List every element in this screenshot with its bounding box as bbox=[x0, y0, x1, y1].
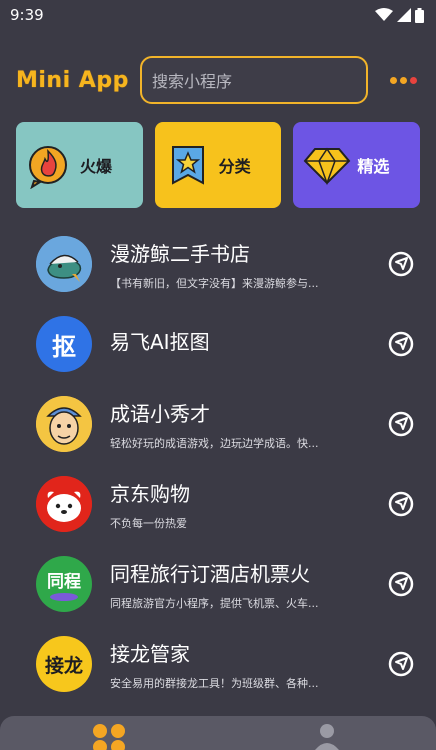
open-arrow-icon[interactable] bbox=[386, 569, 416, 599]
app-title: 易飞AI抠图 bbox=[110, 329, 210, 354]
app-description: 安全易用的群接龙工具！为班级群、各种... bbox=[110, 676, 319, 690]
scholar-face-icon bbox=[36, 396, 92, 452]
app-title: 成语小秀才 bbox=[110, 401, 210, 426]
list-item[interactable]: 抠 易飞AI抠图 bbox=[0, 304, 436, 384]
tab-profile[interactable] bbox=[307, 716, 347, 750]
flame-icon bbox=[29, 146, 67, 189]
diamond-icon bbox=[303, 147, 351, 186]
wifi-icon bbox=[375, 8, 393, 21]
list-item[interactable]: 漫游鲸二手书店 【书有新旧，但文字没有】来漫游鲸参与... bbox=[0, 224, 436, 304]
user-icon bbox=[315, 724, 339, 750]
jd-dog-icon bbox=[36, 476, 92, 532]
app-title: 京东购物 bbox=[110, 481, 190, 506]
app-avatar-text: 同程 bbox=[47, 571, 81, 592]
whale-icon bbox=[36, 236, 92, 292]
list-item[interactable]: 接龙 接龙管家 安全易用的群接龙工具！为班级群、各种... bbox=[0, 624, 436, 704]
grid-apps-icon bbox=[93, 724, 125, 750]
status-icons bbox=[375, 7, 424, 23]
category-classify[interactable]: 分类 bbox=[154, 122, 282, 208]
category-label: 精选 bbox=[357, 157, 390, 176]
battery-icon bbox=[415, 7, 424, 23]
app-description: 【书有新旧，但文字没有】来漫游鲸参与... bbox=[110, 276, 319, 290]
open-arrow-icon[interactable] bbox=[386, 329, 416, 359]
app-avatar-text: 接龙 bbox=[44, 654, 83, 677]
status-time: 9:39 bbox=[10, 6, 44, 24]
list-item[interactable]: 成语小秀才 轻松好玩的成语游戏，边玩边学成语。快... bbox=[0, 384, 436, 464]
list-item[interactable]: 同程 同程旅行订酒店机票火 同程旅游官方小程序，提供飞机票、火车... bbox=[0, 544, 436, 624]
bookmark-star-icon bbox=[171, 146, 204, 185]
app-logo: Mini App bbox=[16, 67, 129, 93]
category-label: 分类 bbox=[218, 157, 251, 176]
search-input[interactable]: 搜索小程序 bbox=[140, 56, 368, 104]
app-description: 不负每一份热爱 bbox=[110, 516, 187, 530]
app-title: 漫游鲸二手书店 bbox=[110, 241, 250, 266]
open-arrow-icon[interactable] bbox=[386, 489, 416, 519]
app-avatar: 同程 bbox=[36, 556, 92, 612]
bottom-tab-bar bbox=[0, 716, 436, 750]
app-avatar: 抠 bbox=[36, 316, 92, 372]
status-bar: 9:39 bbox=[0, 0, 436, 30]
open-arrow-icon[interactable] bbox=[386, 249, 416, 279]
app-title: 接龙管家 bbox=[110, 641, 190, 666]
app-description: 同程旅游官方小程序，提供飞机票、火车... bbox=[110, 596, 319, 610]
search-placeholder: 搜索小程序 bbox=[152, 72, 233, 91]
open-arrow-icon[interactable] bbox=[386, 409, 416, 439]
category-featured[interactable]: 精选 bbox=[293, 122, 421, 208]
app-avatar bbox=[36, 476, 92, 532]
plane-icon bbox=[50, 592, 78, 601]
app-avatar bbox=[36, 396, 92, 452]
category-tiles: 火爆 分类 精选 bbox=[0, 122, 436, 208]
app-header: Mini App 搜索小程序 bbox=[0, 52, 436, 108]
category-hot[interactable]: 火爆 bbox=[16, 122, 143, 208]
app-avatar bbox=[36, 236, 92, 292]
open-arrow-icon[interactable] bbox=[386, 649, 416, 679]
app-title: 同程旅行订酒店机票火 bbox=[110, 561, 310, 586]
app-avatar-text: 抠 bbox=[52, 332, 76, 361]
list-item[interactable]: 京东购物 不负每一份热爱 bbox=[0, 464, 436, 544]
app-list: 漫游鲸二手书店 【书有新旧，但文字没有】来漫游鲸参与... 抠 易飞AI抠图 成… bbox=[0, 224, 436, 704]
app-description: 轻松好玩的成语游戏，边玩边学成语。快... bbox=[110, 436, 319, 450]
signal-icon bbox=[397, 8, 411, 22]
tab-home[interactable] bbox=[89, 716, 129, 750]
more-menu-icon[interactable] bbox=[390, 76, 417, 84]
category-label: 火爆 bbox=[80, 157, 113, 176]
app-avatar: 接龙 bbox=[36, 636, 92, 692]
